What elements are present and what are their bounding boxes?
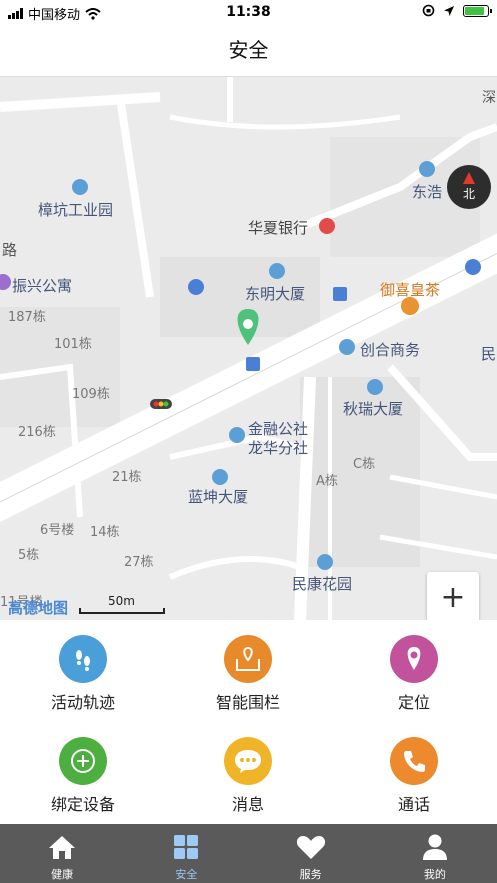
service-bind-device[interactable]: 绑定设备 (13, 737, 153, 815)
tab-profile[interactable]: 我的 (373, 824, 497, 883)
map-label-b101: 101栋 (54, 337, 92, 352)
map-label-qiurui: 秋瑞大厦 (343, 400, 404, 418)
map-label-b6: 6号楼 (40, 523, 75, 538)
map-label-chuanghe: 创合商务 (360, 341, 421, 359)
map-label-cblock: C栋 (353, 457, 376, 472)
plus-circle-icon (59, 737, 107, 785)
location-pin-icon (390, 635, 438, 683)
map-label-jinrong-1: 金融公社 (248, 420, 309, 438)
map-label-dongming: 东明大厦 (245, 285, 306, 303)
map-label-b109: 109栋 (72, 387, 110, 402)
service-label: 消息 (231, 795, 264, 814)
map-label-b5: 5栋 (18, 548, 40, 563)
service-label: 定位 (397, 693, 430, 712)
service-label: 绑定设备 (50, 795, 115, 814)
map-scale-label: 50m (108, 594, 135, 608)
map-label-b216: 216栋 (18, 425, 56, 440)
battery-icon (463, 4, 492, 17)
map-label-min: 民 (481, 345, 497, 363)
map-label-zhangkeng: 樟坑工业园 (38, 201, 114, 219)
service-locate[interactable]: 定位 (344, 635, 484, 713)
map-label-ablock: A栋 (316, 474, 338, 489)
home-icon (0, 832, 124, 862)
map-label-lankun: 蓝坤大厦 (188, 488, 249, 506)
chat-bubble-icon (224, 737, 272, 785)
service-call[interactable]: 通话 (344, 737, 484, 815)
map-label-minkang: 民康花园 (292, 575, 353, 593)
location-arrow-icon (444, 5, 454, 16)
tab-label: 我的 (423, 868, 446, 881)
service-geofence[interactable]: 智能围栏 (178, 635, 318, 713)
footprints-icon (59, 635, 107, 683)
zoom-control: + − (427, 572, 479, 620)
grid-icon (124, 832, 248, 862)
service-grid: 活动轨迹 智能围栏 定位 绑定设备 消息 通话 (0, 620, 497, 824)
status-bar: 中国移动 11:38 (0, 0, 497, 26)
heart-icon (249, 832, 373, 862)
geofence-icon (224, 635, 272, 683)
service-label: 活动轨迹 (50, 693, 115, 712)
user-icon (373, 832, 497, 862)
map-label-b187: 187栋 (8, 310, 46, 325)
map-label-b21: 21栋 (112, 470, 142, 485)
status-right (422, 4, 492, 17)
map-label-b14: 14栋 (90, 525, 120, 540)
phone-icon (390, 737, 438, 785)
map-logo: 高德地图 (8, 599, 69, 617)
map-label-zhenxing: 振兴公寓 (12, 277, 73, 295)
map-label-shen: 深 (482, 90, 496, 106)
tab-safety[interactable]: 安全 (124, 824, 248, 883)
tab-label: 安全 (175, 868, 198, 881)
map-label-huaxia: 华夏银行 (248, 219, 309, 237)
tab-label: 健康 (51, 868, 74, 881)
page-title: 安全 (0, 26, 497, 77)
tab-bar: 健康 安全 服务 我的 (0, 824, 497, 883)
service-label: 智能围栏 (215, 693, 280, 712)
tab-services[interactable]: 服务 (249, 824, 373, 883)
tab-label: 服务 (299, 868, 322, 881)
map-label-road: 路 (2, 241, 18, 259)
map-label-b27: 27栋 (124, 555, 154, 570)
rotation-lock-icon (422, 4, 435, 17)
tab-health[interactable]: 健康 (0, 824, 124, 883)
map-view[interactable]: 樟坑工业园 华夏银行 东浩 东明大厦 御喜皇茶 振兴公寓 路 深 187栋 10… (0, 77, 497, 620)
compass-north-label: 北 (462, 187, 475, 201)
map-label-donghao: 东浩 (412, 183, 443, 201)
map-label-yuxi: 御喜皇茶 (380, 281, 441, 299)
compass-button[interactable]: 北 (447, 165, 491, 209)
zoom-in-button[interactable]: + (427, 572, 479, 620)
service-messages[interactable]: 消息 (178, 737, 318, 815)
service-label: 通话 (397, 795, 430, 814)
map-label-jinrong-2: 龙华分社 (248, 439, 309, 457)
service-track[interactable]: 活动轨迹 (13, 635, 153, 713)
